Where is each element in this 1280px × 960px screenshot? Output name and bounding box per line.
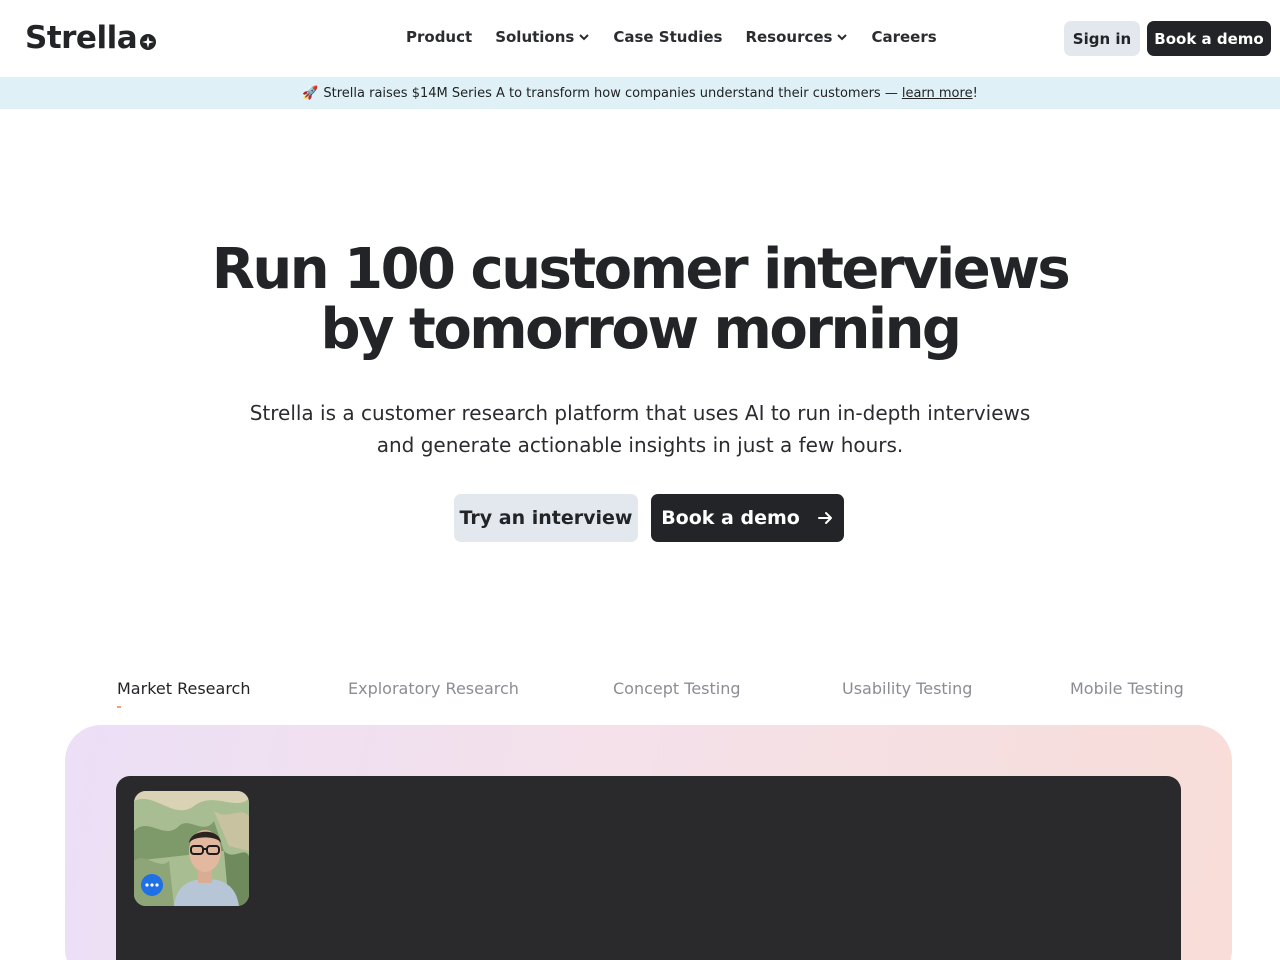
hero-title: Run 100 customer interviews by tomorrow … bbox=[0, 240, 1280, 360]
chevron-down-icon bbox=[837, 34, 848, 41]
hero-subtitle: Strella is a customer research platform … bbox=[0, 397, 1280, 461]
nav-case-studies-label: Case Studies bbox=[613, 28, 723, 46]
learn-more-link[interactable]: learn more bbox=[902, 86, 973, 101]
nav-resources[interactable]: Resources bbox=[745, 28, 848, 46]
hero-title-line1: Run 100 customer interviews bbox=[211, 237, 1071, 302]
nav-solutions-label: Solutions bbox=[495, 28, 575, 46]
interview-video-area[interactable] bbox=[116, 776, 1181, 960]
nav-careers-label: Careers bbox=[871, 28, 937, 46]
nav-careers[interactable]: Careers bbox=[871, 28, 936, 46]
site-header: Strella Product Solutions Case Studies R… bbox=[0, 0, 1280, 77]
banner-text: Strella raises $14M Series A to transfor… bbox=[323, 85, 898, 101]
logo-star-icon bbox=[140, 34, 157, 50]
active-tab-indicator bbox=[117, 706, 121, 708]
nav-case-studies[interactable]: Case Studies bbox=[613, 28, 722, 46]
announcement-banner: 🚀 Strella raises $14M Series A to transf… bbox=[0, 77, 1280, 109]
main-nav: Product Solutions Case Studies Resources… bbox=[406, 28, 960, 46]
banner-suffix: ! bbox=[972, 85, 978, 101]
hero-subtitle-line1: Strella is a customer research platform … bbox=[249, 401, 1031, 425]
ellipsis-icon bbox=[145, 883, 159, 887]
header-book-demo-button[interactable]: Book a demo bbox=[1147, 21, 1271, 56]
hero-subtitle-line2: and generate actionable insights in just… bbox=[376, 433, 904, 457]
nav-product-label: Product bbox=[406, 28, 473, 46]
tab-mobile-testing[interactable]: Mobile Testing bbox=[1070, 679, 1184, 698]
hero-title-line2: by tomorrow morning bbox=[320, 297, 962, 362]
chevron-down-icon bbox=[579, 34, 590, 41]
try-interview-button[interactable]: Try an interview bbox=[454, 494, 638, 542]
logo-text: Strella bbox=[25, 20, 138, 56]
sign-in-button[interactable]: Sign in bbox=[1064, 21, 1140, 56]
tab-exploratory-research[interactable]: Exploratory Research bbox=[348, 679, 519, 698]
nav-solutions[interactable]: Solutions bbox=[495, 28, 590, 46]
rocket-icon: 🚀 bbox=[302, 85, 319, 101]
tab-usability-testing[interactable]: Usability Testing bbox=[842, 679, 972, 698]
tab-market-research[interactable]: Market Research bbox=[117, 679, 250, 698]
nav-product[interactable]: Product bbox=[406, 28, 472, 46]
hero-book-demo-label: Book a demo bbox=[661, 507, 800, 529]
hero-book-demo-button[interactable]: Book a demo bbox=[651, 494, 844, 542]
tab-concept-testing[interactable]: Concept Testing bbox=[613, 679, 741, 698]
strella-logo[interactable]: Strella bbox=[25, 20, 158, 56]
nav-resources-label: Resources bbox=[745, 28, 833, 46]
arrow-right-icon bbox=[817, 512, 832, 524]
more-options-icon[interactable] bbox=[141, 874, 163, 896]
